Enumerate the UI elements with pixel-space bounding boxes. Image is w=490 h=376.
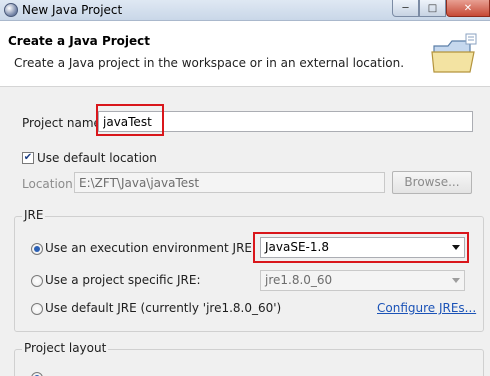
new-java-project-folder-icon (431, 33, 477, 73)
browse-button[interactable]: Browse... (392, 171, 472, 194)
use-default-location-label: Use default location (37, 151, 157, 165)
project-specific-jre-radio[interactable] (31, 275, 43, 287)
window-title: New Java Project (22, 3, 123, 17)
project-name-label: Project name: (22, 116, 105, 130)
configure-jres-link[interactable]: Configure JREs... (377, 301, 476, 315)
eclipse-app-icon (4, 3, 18, 17)
default-jre-label: Use default JRE (currently 'jre1.8.0_60'… (45, 301, 282, 315)
window-controls: ─ □ ✕ (392, 0, 490, 18)
close-button[interactable]: ✕ (446, 0, 490, 17)
project-specific-jre-dropdown[interactable]: jre1.8.0_60 (260, 270, 465, 291)
project-specific-jre-label: Use a project specific JRE: (45, 273, 201, 287)
location-label: Location: (22, 177, 77, 191)
title-bar: New Java Project ─ □ ✕ (0, 0, 490, 21)
chevron-down-icon (452, 278, 460, 283)
wizard-header: Create a Java Project Create a Java proj… (0, 21, 490, 87)
project-name-highlight (96, 104, 164, 136)
execution-env-radio[interactable] (31, 243, 43, 255)
wizard-description: Create a Java project in the workspace o… (14, 56, 405, 70)
use-default-location-checkbox[interactable]: ✔ (22, 152, 34, 164)
execution-env-highlight (253, 232, 469, 263)
jre-group-title: JRE (22, 208, 46, 222)
default-jre-radio[interactable] (31, 303, 43, 315)
wizard-title: Create a Java Project (8, 34, 151, 48)
project-layout-group-title: Project layout (22, 341, 109, 355)
maximize-button[interactable]: □ (419, 0, 446, 17)
execution-env-label: Use an execution environment JRE: (45, 241, 257, 255)
minimize-button[interactable]: ─ (392, 0, 419, 17)
location-input[interactable] (74, 172, 385, 193)
project-specific-jre-value: jre1.8.0_60 (265, 273, 333, 287)
